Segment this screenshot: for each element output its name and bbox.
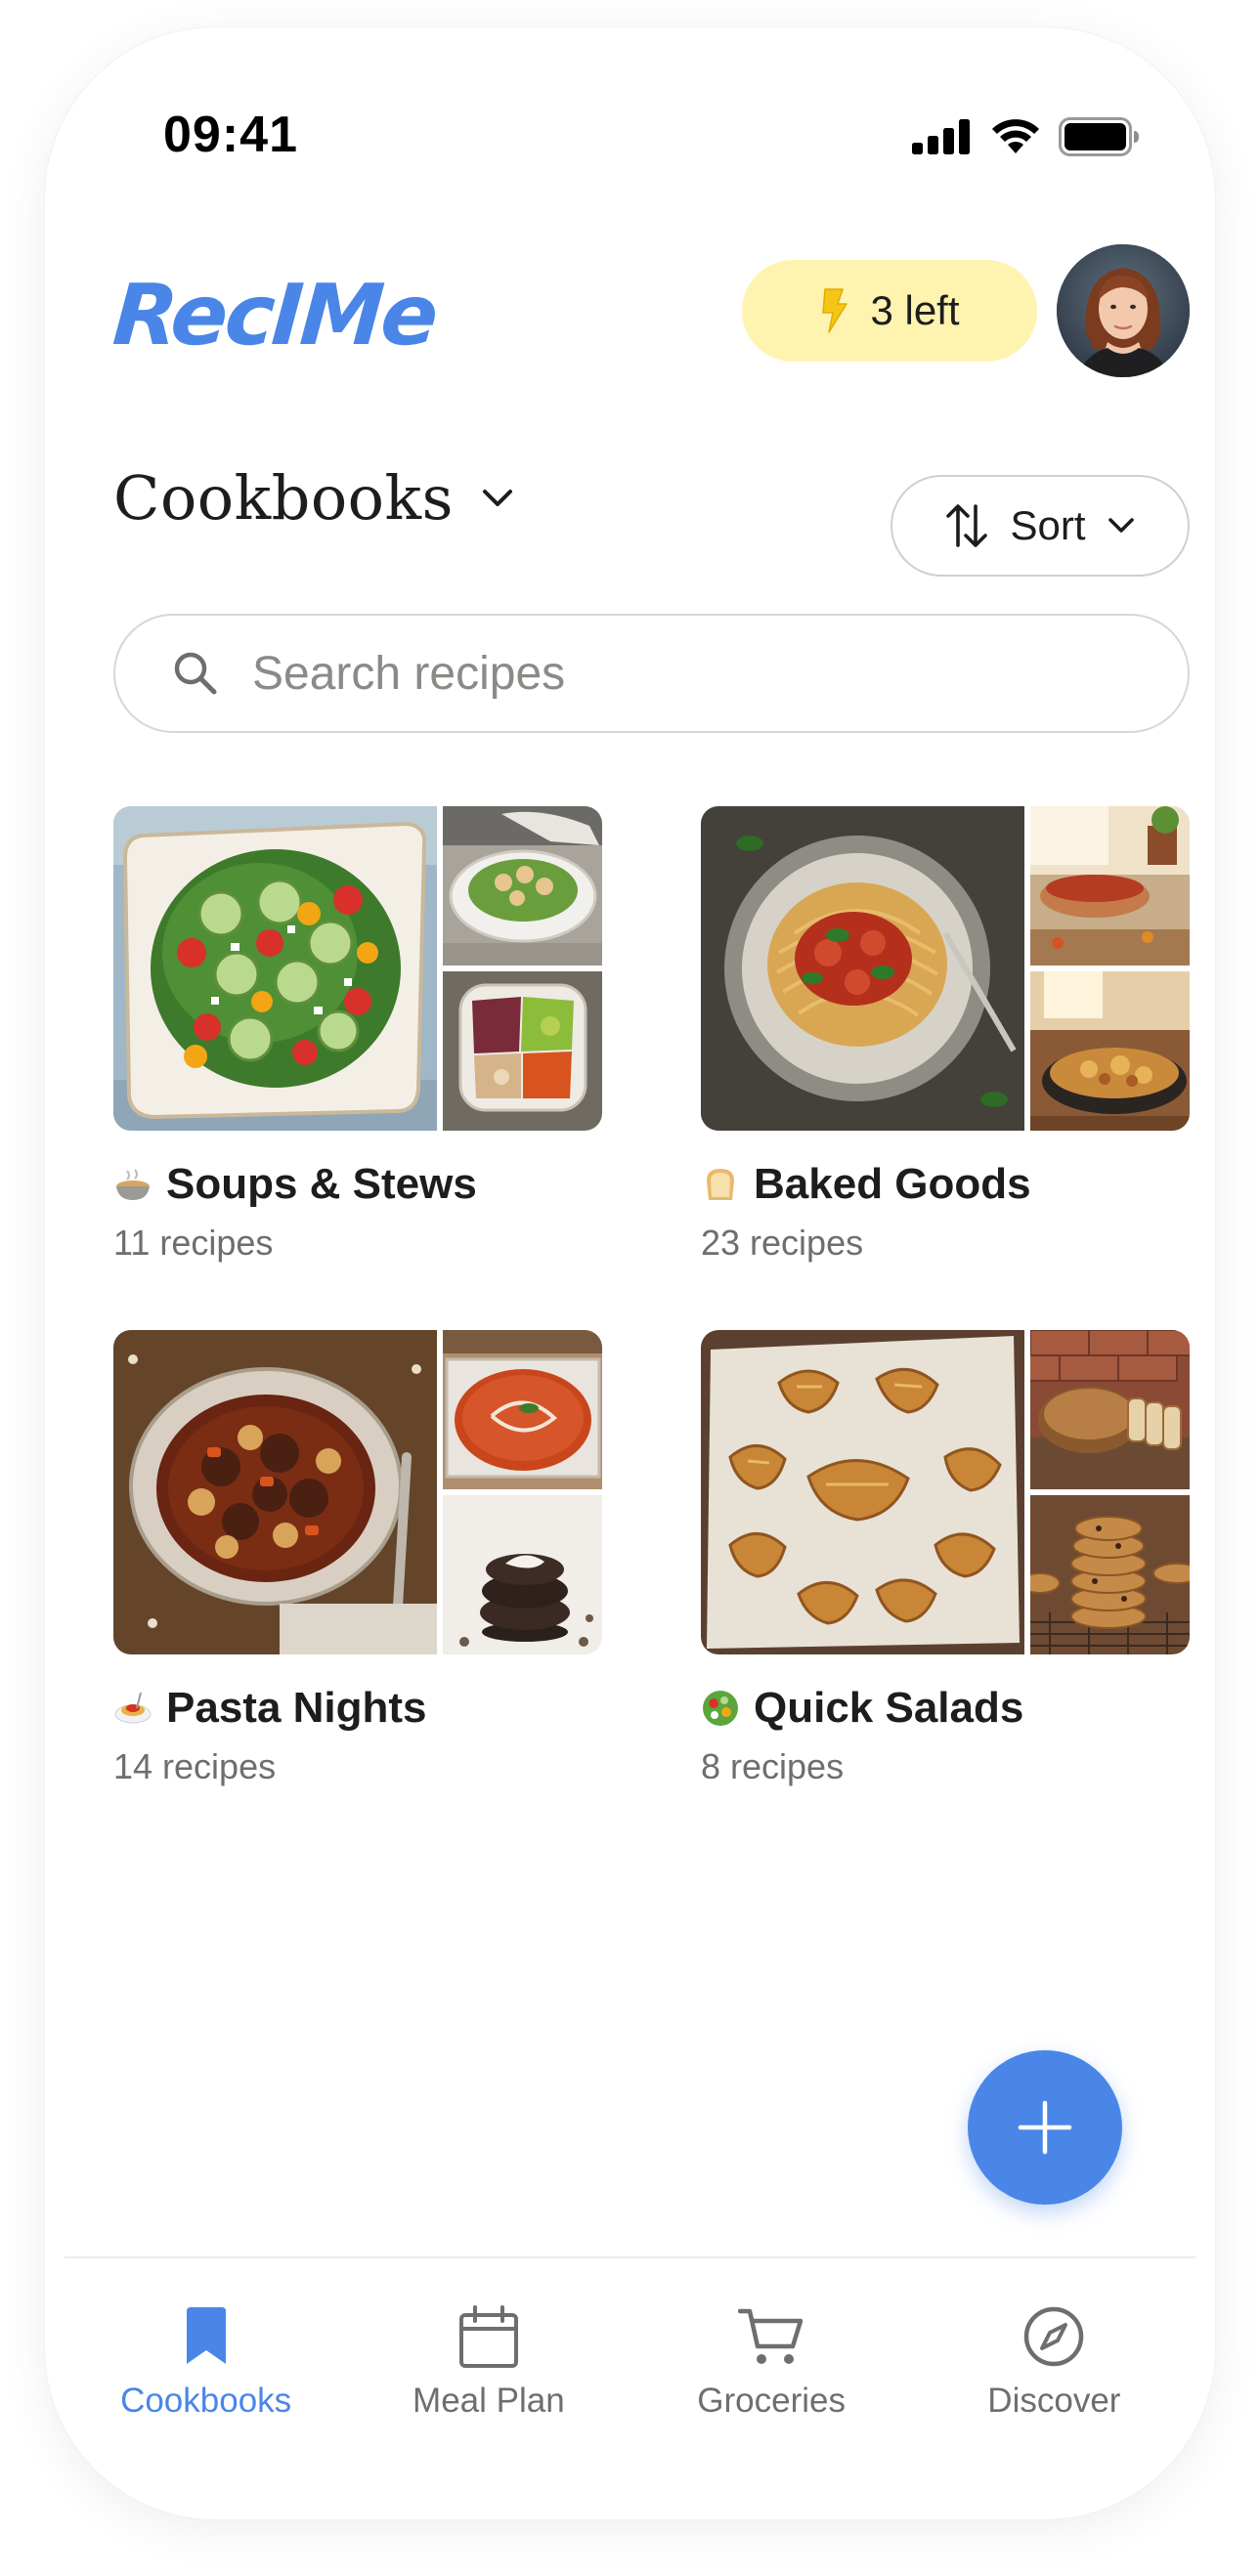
- cookbooks-selector[interactable]: Cookbooks: [113, 462, 514, 534]
- cookbook-photo: [701, 806, 1024, 1131]
- signal-icon: [912, 119, 970, 154]
- tab-label: Groceries: [697, 2382, 846, 2420]
- search-input[interactable]: [252, 646, 1093, 701]
- cookbook-card[interactable]: Pasta Nights 14 recipes: [113, 1330, 602, 1787]
- cookbook-photo: [1030, 1330, 1190, 1489]
- soup-bowl-icon: [116, 1169, 150, 1200]
- cookbook-title: Pasta Nights: [113, 1684, 602, 1733]
- tab-meal-plan[interactable]: Meal Plan: [347, 2258, 630, 2491]
- recipe-count: 14 recipes: [113, 1746, 277, 1786]
- cookbook-photo: [443, 806, 602, 966]
- bread-icon: [707, 1169, 734, 1200]
- sort-arrows-icon: [946, 504, 988, 547]
- tab-groceries[interactable]: Groceries: [630, 2258, 913, 2491]
- chevron-down-icon: [482, 489, 512, 506]
- credits-label: 3 left: [870, 287, 960, 333]
- page-title: Cookbooks: [113, 462, 454, 534]
- cookbook-card[interactable]: Baked Goods 23 recipes: [701, 806, 1190, 1264]
- phone-screen: 09:41 RecIMe 3 left Cookbooks Sort Searc…: [45, 27, 1215, 2519]
- cookbook-photo: [113, 1330, 437, 1654]
- cookbook-title: Quick Salads: [701, 1684, 1190, 1733]
- bookmark-icon: [186, 2307, 226, 2364]
- search-bar[interactable]: [113, 614, 1190, 733]
- cookbook-photo: [701, 1330, 1024, 1654]
- salad-icon: [703, 1691, 738, 1726]
- compass-icon: [1024, 2306, 1084, 2367]
- cookbook-name: Quick Salads: [754, 1684, 1024, 1732]
- cookbook-photo: [443, 971, 602, 1131]
- cookbook-photo: [113, 806, 437, 1131]
- cookbook-name: Baked Goods: [754, 1160, 1031, 1208]
- tab-cookbooks[interactable]: Cookbooks: [65, 2258, 347, 2491]
- recipe-count: 23 recipes: [701, 1223, 864, 1263]
- tab-label: Cookbooks: [120, 2382, 292, 2420]
- cookbook-photo: [1030, 806, 1190, 966]
- tab-label: Meal Plan: [413, 2382, 565, 2420]
- status-time: 09:41: [163, 107, 298, 163]
- cookbook-title: Baked Goods: [701, 1160, 1190, 1209]
- tab-discover[interactable]: Discover: [913, 2258, 1195, 2491]
- cookbook-name: Soups & Stews: [166, 1160, 477, 1208]
- sort-label: Sort: [1010, 502, 1086, 548]
- cookbook-photo: [443, 1330, 602, 1489]
- cookbook-name: Pasta Nights: [166, 1684, 427, 1732]
- avatar[interactable]: [1057, 244, 1190, 377]
- chevron-down-icon: [1108, 518, 1134, 533]
- lightning-icon: [822, 288, 848, 333]
- app-logo: RecIMe: [109, 267, 439, 365]
- search-icon: [174, 652, 217, 695]
- credits-badge[interactable]: 3 left: [742, 260, 1037, 362]
- status-icons: [912, 117, 1141, 156]
- cookbook-card[interactable]: Quick Salads 8 recipes: [701, 1330, 1190, 1787]
- spaghetti-icon: [114, 1692, 152, 1724]
- tab-bar: Cookbooks Meal Plan Groceries Discover: [65, 2256, 1195, 2491]
- add-cookbook-button[interactable]: [968, 2050, 1122, 2205]
- cookbook-collage: [701, 1330, 1190, 1654]
- sort-button[interactable]: Sort: [891, 475, 1190, 577]
- calendar-icon: [458, 2305, 518, 2368]
- cookbook-collage: [113, 1330, 602, 1654]
- cookbook-collage: [701, 806, 1190, 1131]
- cart-icon: [738, 2308, 804, 2364]
- cookbook-photo: [1030, 971, 1190, 1131]
- cookbook-title: Soups & Stews: [113, 1160, 602, 1209]
- cookbook-photo: [1030, 1495, 1190, 1654]
- battery-icon: [1059, 117, 1139, 156]
- wifi-icon: [992, 119, 1039, 153]
- cookbook-grid: Soups & Stews 11 recipes Baked Goods 23 …: [113, 806, 1190, 1787]
- plus-icon: [1018, 2100, 1072, 2155]
- tab-label: Discover: [987, 2382, 1121, 2420]
- recipe-count: 11 recipes: [113, 1223, 274, 1263]
- cookbook-card[interactable]: Soups & Stews 11 recipes: [113, 806, 602, 1264]
- cookbook-collage: [113, 806, 602, 1131]
- recipe-count: 8 recipes: [701, 1746, 845, 1786]
- cookbook-photo: [443, 1495, 602, 1654]
